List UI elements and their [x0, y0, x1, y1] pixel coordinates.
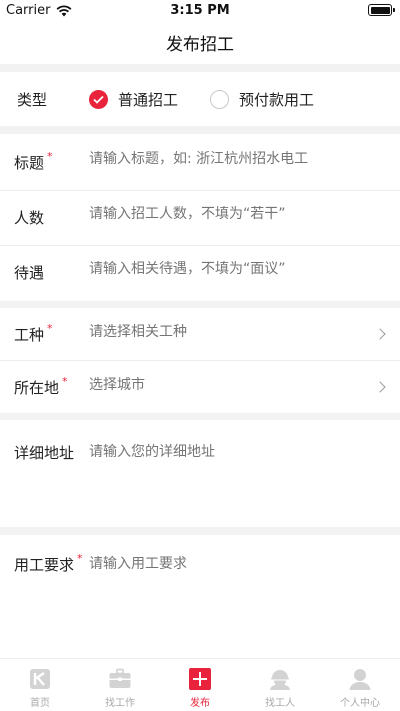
- nav-bar: 发布招工: [0, 20, 400, 64]
- section-gap: [0, 126, 400, 134]
- tab-profile[interactable]: 个人中心: [320, 659, 400, 711]
- status-bar: Carrier 3:15 PM: [0, 0, 400, 20]
- requirements-row: 用工要求 *: [0, 535, 400, 658]
- type-selector: 类型 普通招工 预付款用工: [0, 72, 400, 126]
- section-gap: [0, 301, 400, 308]
- address-textarea[interactable]: [89, 441, 370, 521]
- title-row: 标题 *: [0, 134, 400, 190]
- tab-label: 个人中心: [340, 698, 380, 709]
- home-icon: [30, 669, 50, 689]
- radio-unchecked-icon: [210, 89, 229, 109]
- tab-home[interactable]: 首页: [0, 659, 80, 711]
- briefcase-icon: [109, 668, 131, 688]
- radio-option-regular[interactable]: 普通招工: [89, 89, 178, 110]
- salary-row: 待遇: [0, 246, 400, 301]
- location-label: 所在地 *: [14, 375, 68, 397]
- required-mark: *: [47, 150, 53, 163]
- plus-icon: [189, 668, 211, 690]
- title-label: 标题 *: [14, 150, 53, 172]
- required-mark: *: [47, 322, 53, 335]
- worker-icon: [270, 670, 290, 690]
- address-row: 详细地址: [0, 420, 400, 527]
- tab-label: 发布: [190, 698, 210, 709]
- tab-find-worker[interactable]: 找工人: [240, 659, 320, 711]
- job-type-row[interactable]: 工种 *: [0, 308, 400, 360]
- requirements-label: 用工要求 *: [14, 552, 83, 574]
- tab-bar: 首页 找工作 发布 找工人 个人中心: [0, 658, 400, 711]
- headcount-row: 人数: [0, 191, 400, 245]
- tab-publish[interactable]: 发布: [160, 659, 240, 711]
- city-select[interactable]: [89, 377, 370, 393]
- radio-checked-icon: [89, 89, 108, 109]
- tab-label: 找工人: [265, 698, 295, 709]
- section-gap: [0, 64, 400, 72]
- chevron-right-icon: [374, 381, 386, 393]
- salary-input[interactable]: [89, 261, 370, 277]
- tab-find-job[interactable]: 找工作: [80, 659, 160, 711]
- required-mark: *: [77, 552, 83, 565]
- section-gap: [0, 413, 400, 420]
- location-row[interactable]: 所在地 *: [0, 361, 400, 413]
- tab-label: 首页: [30, 698, 50, 709]
- job-type-label: 工种 *: [14, 322, 53, 344]
- battery-icon: [368, 4, 395, 16]
- radio-option-prepaid[interactable]: 预付款用工: [210, 89, 314, 110]
- radio-label-prepaid: 预付款用工: [239, 90, 315, 109]
- person-icon: [349, 669, 371, 690]
- tab-label: 找工作: [105, 698, 135, 709]
- headcount-label: 人数: [14, 209, 45, 227]
- status-time: 3:15 PM: [170, 3, 230, 18]
- required-mark: *: [62, 375, 68, 388]
- requirements-textarea[interactable]: [89, 553, 370, 643]
- radio-label-regular: 普通招工: [118, 90, 179, 109]
- salary-label: 待遇: [14, 264, 45, 282]
- page-title: 发布招工: [166, 34, 234, 55]
- headcount-input[interactable]: [89, 206, 370, 222]
- chevron-right-icon: [374, 328, 386, 340]
- address-label: 详细地址: [14, 444, 75, 462]
- type-label: 类型: [17, 90, 48, 109]
- title-input[interactable]: [89, 151, 370, 167]
- job-type-select[interactable]: [89, 324, 370, 340]
- section-gap: [0, 527, 400, 535]
